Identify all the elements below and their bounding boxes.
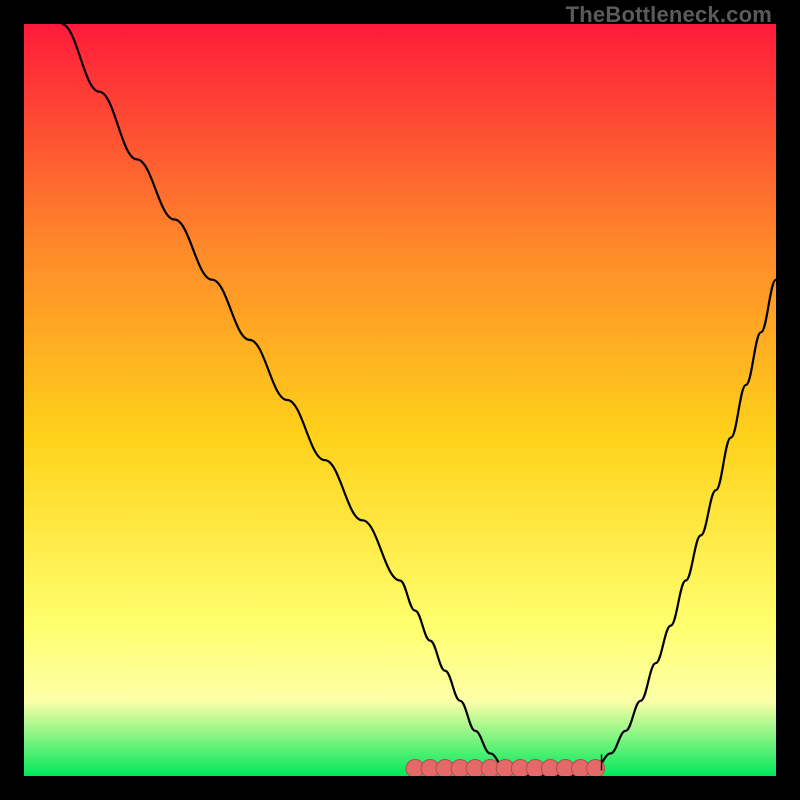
watermark-text: TheBottleneck.com: [566, 2, 772, 28]
chart-frame: [24, 24, 776, 776]
optimum-markers: [406, 759, 604, 776]
chart-plot: [24, 24, 776, 776]
gradient-background: [24, 24, 776, 776]
chart-stage: TheBottleneck.com: [0, 0, 800, 800]
